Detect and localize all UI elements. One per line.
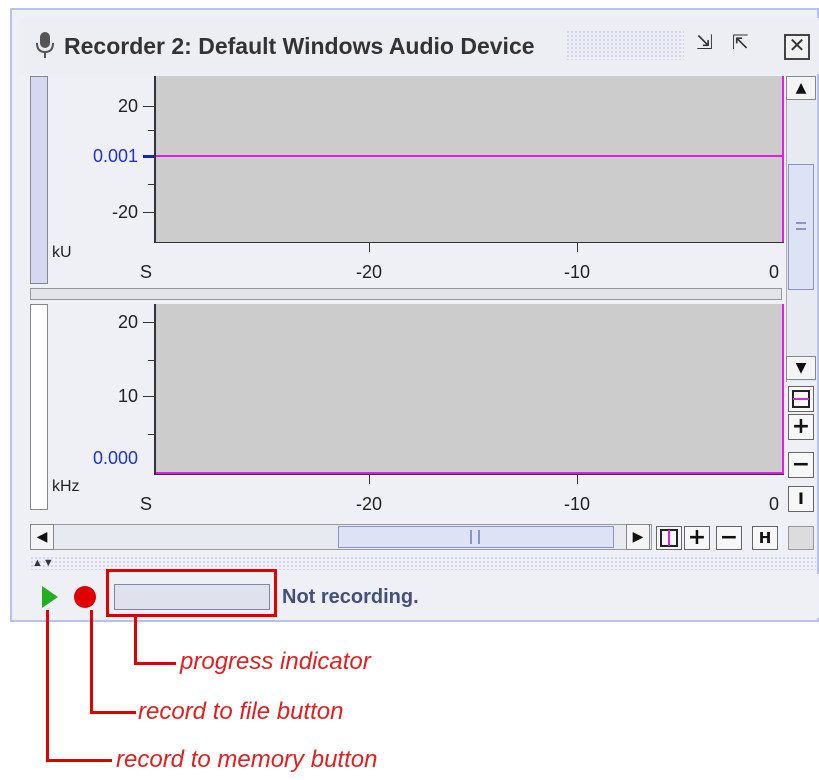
record-memory-callout-line (46, 610, 49, 762)
scroll-up-button[interactable]: ▲ (786, 76, 816, 100)
record-file-callout-line (90, 610, 93, 714)
tick-mark (143, 322, 154, 323)
lower-x-tick-minus20: -20 (355, 494, 382, 514)
window-title: Recorder 2: Default Windows Audio Device (64, 33, 535, 59)
split-view-button[interactable] (788, 386, 814, 412)
scroll-right-button[interactable]: ▶ (626, 524, 650, 550)
tick-mark (148, 434, 154, 435)
lower-x-tick-minus10: -10 (563, 494, 590, 514)
upper-x-tick-minus10: -10 (563, 262, 590, 282)
upper-x-tick-minus20: -20 (355, 262, 382, 282)
tick-mark (148, 130, 154, 131)
lower-x-tick-s: S (139, 494, 152, 514)
split-view-icon (792, 390, 810, 408)
play-icon (42, 586, 58, 608)
progress-callout-line (134, 617, 137, 665)
record-file-callout-line (90, 711, 136, 714)
panel-splitter[interactable] (30, 556, 816, 570)
upper-unit-label: kU (52, 244, 72, 261)
upper-trace (156, 155, 784, 157)
minimize-button[interactable]: ⇲ (696, 32, 713, 52)
upper-plot-area[interactable] (154, 76, 784, 242)
lower-x-tick-0: 0 (768, 494, 779, 514)
cursor-mode-button[interactable] (656, 526, 682, 550)
vertical-zoom-in-button[interactable]: + (788, 414, 814, 440)
status-text: Not recording. (282, 586, 419, 608)
progress-callout-line (134, 662, 176, 665)
tick-mark (143, 155, 154, 158)
tick-mark (148, 184, 154, 185)
tick-mark (143, 106, 154, 107)
cursor-mode-icon (660, 529, 678, 547)
tick-mark (369, 474, 370, 484)
upper-y-tick-minus20: -20 (111, 202, 138, 222)
record-file-callout-label: record to file button (138, 698, 344, 725)
upper-y-tick-20: 20 (117, 96, 138, 116)
corner-box (788, 526, 814, 550)
vertical-zoom-out-button[interactable]: − (788, 452, 814, 478)
scroll-grip (796, 222, 806, 230)
lower-unit-label: kHz (52, 478, 80, 495)
horizontal-zoom-out-button[interactable]: − (716, 526, 742, 550)
record-icon (74, 586, 96, 608)
horizontal-fit-button[interactable]: H (752, 526, 778, 550)
tick-mark (577, 242, 578, 252)
microphone-icon (34, 30, 56, 60)
tick-mark (143, 212, 154, 213)
tick-mark (577, 474, 578, 484)
upper-x-tick-0: 0 (768, 262, 779, 282)
title-grip (566, 30, 684, 60)
lower-y-tick-20: 20 (117, 312, 138, 332)
lower-x-axis (154, 474, 784, 475)
scroll-left-button[interactable]: ◀ (30, 524, 54, 550)
collapse-arrows-icon[interactable]: ▲▼ (32, 556, 64, 570)
record-to-memory-button[interactable] (38, 584, 62, 610)
close-button[interactable]: ✕ (784, 34, 810, 60)
record-memory-callout-line (46, 759, 112, 762)
scroll-grip (470, 530, 480, 544)
horizontal-zoom-in-button[interactable]: + (684, 526, 710, 550)
vertical-fit-button[interactable]: I (788, 486, 814, 512)
progress-highlight-box (106, 569, 277, 617)
plot-divider[interactable] (30, 288, 782, 300)
progress-callout-label: progress indicator (180, 648, 371, 675)
maximize-button[interactable]: ⇱ (732, 32, 749, 52)
upper-cursor-line (782, 76, 784, 242)
scroll-down-button[interactable]: ▼ (786, 356, 816, 380)
tick-mark (148, 360, 154, 361)
lower-channel-strip[interactable] (30, 304, 48, 510)
upper-x-tick-s: S (139, 262, 152, 282)
upper-channel-strip[interactable] (30, 76, 48, 284)
upper-y-value-label: 0.001 (92, 146, 138, 166)
record-memory-callout-label: record to memory button (116, 746, 378, 773)
lower-y-tick-10: 10 (117, 386, 138, 406)
upper-x-axis (154, 242, 784, 243)
record-to-file-button[interactable] (72, 584, 98, 610)
lower-y-value-label: 0.000 (92, 448, 138, 468)
tick-mark (143, 396, 154, 397)
lower-cursor-line (782, 304, 784, 474)
lower-plot-area[interactable] (154, 304, 784, 474)
tick-mark (369, 242, 370, 252)
